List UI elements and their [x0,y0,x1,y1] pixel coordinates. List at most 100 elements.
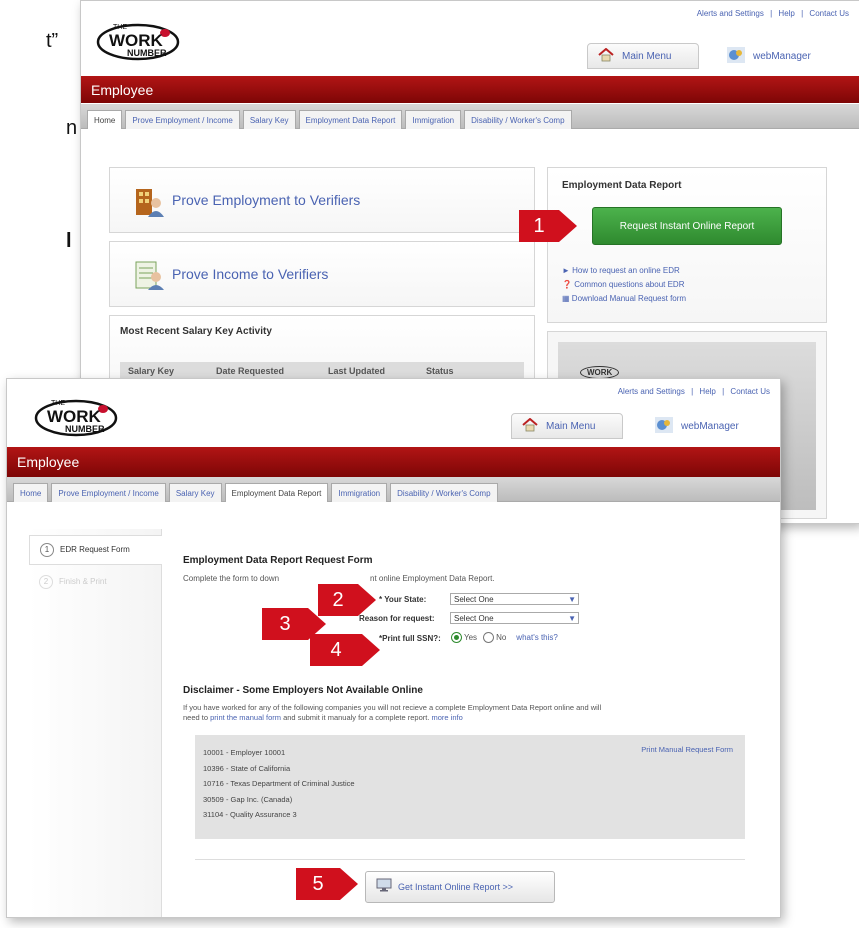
edr-links: ► How to request an online EDR ❓ Common … [562,264,686,306]
employers-list: 10001 - Employer 10001 10396 - State of … [203,745,355,823]
employee-header: Employee [81,76,859,103]
document-icon: ▦ [562,294,570,303]
help-link[interactable]: Help [699,387,715,396]
step-1-label: EDR Request Form [60,545,130,554]
prove-income-link[interactable]: Prove Income to Verifiers [172,266,328,282]
step-1-number: 1 [40,543,54,557]
callout-1: 1 [519,210,577,242]
tab-edr[interactable]: Employment Data Report [224,483,329,502]
divider [195,859,745,860]
employer-item: 31104 - Quality Assurance 3 [203,810,297,819]
print-manual-request-link[interactable]: Print Manual Request Form [641,745,733,754]
callout-2: 2 [318,584,376,616]
tab-prove-employment[interactable]: Prove Employment / Income [125,110,240,129]
col-status: Status [426,366,454,376]
document-person-icon [134,260,164,295]
prove-income-panel[interactable]: Prove Income to Verifiers [109,241,535,307]
edr-panel-title: Employment Data Report [562,180,682,191]
employer-item: 10716 - Texas Department of Criminal Jus… [203,779,355,788]
tab-salary-key[interactable]: Salary Key [168,483,222,502]
main-menu-button[interactable]: Main Menu [511,413,623,439]
prove-employment-panel[interactable]: Prove Employment to Verifiers [109,167,535,233]
webmanager-button[interactable]: webManager [655,413,739,439]
tab-bar: Home Prove Employment / Income Salary Ke… [81,104,859,129]
building-person-icon [134,187,164,222]
contact-link[interactable]: Contact Us [730,387,770,396]
disclaimer-title: Disclaimer - Some Employers Not Availabl… [183,685,423,696]
reason-select-value: Select One [454,613,494,623]
tab-immigration[interactable]: Immigration [331,483,388,502]
tabs: Home Prove Employment / Income Salary Ke… [87,110,575,129]
svg-text:NUMBER: NUMBER [127,48,167,58]
recent-activity-title: Most Recent Salary Key Activity [120,326,272,337]
top-links: Alerts and Settings | Help | Contact Us [696,9,849,18]
callout-5: 5 [296,868,358,900]
ssn-yes-radio[interactable] [451,632,462,643]
download-manual-link[interactable]: Download Manual Request form [572,294,686,303]
tab-salary-key[interactable]: Salary Key [242,110,296,129]
whats-this-link[interactable]: what's this? [516,633,558,642]
state-select[interactable]: Select One ▼ [450,593,579,605]
ssn-options: Yes No what's this? [451,632,558,643]
tab-home[interactable]: Home [87,110,123,129]
top-links: Alerts and Settings | Help | Contact Us [617,387,770,396]
get-instant-report-button[interactable]: Get Instant Online Report >> [365,871,555,903]
svg-text:NUMBER: NUMBER [65,424,105,434]
employer-item: 10001 - Employer 10001 [203,748,286,757]
employer-item: 30509 - Gap Inc. (Canada) [203,794,293,804]
webmanager-icon [727,46,745,66]
print-manual-form-link[interactable]: print the manual form [210,713,281,722]
work-number-logo[interactable]: THE WORK NUMBER [95,19,181,63]
tab-home[interactable]: Home [13,483,49,502]
step-2-label: Finish & Print [59,577,107,586]
step-1: 1 EDR Request Form [29,535,162,565]
tabs: Home Prove Employment / Income Salary Ke… [13,483,501,502]
tab-edr[interactable]: Employment Data Report [298,110,403,129]
step-2-number: 2 [39,575,53,589]
reason-select[interactable]: Select One ▼ [450,612,579,624]
edge-text-2: n [66,117,78,139]
work-number-logo[interactable]: THE WORK NUMBER [33,395,119,439]
employers-box: 10001 - Employer 10001 10396 - State of … [195,735,745,839]
form-intro-a: Complete the form to down [183,574,280,583]
employee-header: Employee [7,447,780,477]
col-last-updated: Last Updated [328,366,386,376]
ssn-yes-label: Yes [464,633,478,642]
alerts-link[interactable]: Alerts and Settings [697,9,764,18]
ssn-no-radio[interactable] [483,632,495,643]
edge-text-3: l [66,230,72,252]
prove-employment-link[interactable]: Prove Employment to Verifiers [172,192,360,208]
alerts-link[interactable]: Alerts and Settings [618,387,685,396]
front-window: Alerts and Settings | Help | Contact Us … [6,378,781,918]
edr-panel: Employment Data Report Request Instant O… [547,167,827,323]
svg-text:THE: THE [113,24,127,31]
form-intro-b: nt online Employment Data Report. [370,574,495,583]
webmanager-icon [655,416,673,436]
how-to-link[interactable]: How to request an online EDR [572,266,680,275]
tab-disability[interactable]: Disability / Worker's Comp [390,483,498,502]
col-date-requested: Date Requested [216,366,285,376]
chevron-down-icon: ▼ [568,595,576,604]
help-link[interactable]: Help [778,9,794,18]
contact-link[interactable]: Contact Us [809,9,849,18]
tab-immigration[interactable]: Immigration [405,110,462,129]
svg-text:THE: THE [51,400,65,407]
request-instant-report-button[interactable]: Request Instant Online Report [592,207,782,245]
webmanager-button[interactable]: webManager [727,43,811,69]
employer-item: 10396 - State of California [203,763,291,773]
main-menu-button[interactable]: Main Menu [587,43,699,69]
ssn-no-label: No [496,633,507,642]
steps-sidebar: 1 EDR Request Form 2 Finish & Print [29,529,162,917]
common-questions-link[interactable]: Common questions about EDR [574,280,684,289]
video-icon: ► [562,266,570,275]
tab-bar: Home Prove Employment / Income Salary Ke… [7,477,780,502]
state-select-value: Select One [454,594,494,604]
tab-disability[interactable]: Disability / Worker's Comp [464,110,572,129]
chevron-down-icon: ▼ [568,614,576,623]
form-title: Employment Data Report Request Form [183,555,373,566]
more-info-link[interactable]: more info [432,713,463,722]
tab-prove-employment[interactable]: Prove Employment / Income [51,483,166,502]
home-icon [522,417,538,435]
edge-text-1: t” [46,30,59,52]
callout-4: 4 [310,634,380,666]
